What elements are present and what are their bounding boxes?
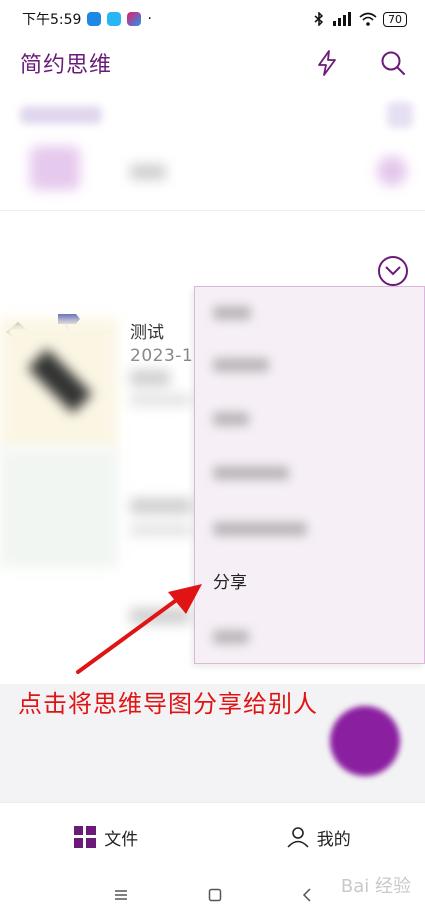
list-item[interactable] xyxy=(0,136,425,211)
menu-item-label: 分享 xyxy=(213,573,247,593)
battery-icon: 70 xyxy=(383,11,407,27)
context-menu: 分享 xyxy=(194,286,425,664)
item-time-placeholder xyxy=(130,524,192,536)
menu-item-share[interactable]: 分享 xyxy=(213,571,247,595)
breadcrumb xyxy=(0,98,425,134)
tab-files[interactable]: 文件 xyxy=(0,803,213,871)
grid-icon xyxy=(74,826,97,848)
status-bar: 下午5:59 · 70 xyxy=(0,0,425,38)
status-time: 下午5:59 xyxy=(22,12,82,28)
item-title-placeholder xyxy=(130,370,170,386)
app-notification-icon xyxy=(87,12,102,26)
search-icon xyxy=(381,51,405,75)
item-title-placeholder xyxy=(130,498,192,514)
app-title: 简约思维 xyxy=(20,53,113,78)
item-time-placeholder xyxy=(130,394,192,406)
bottom-nav: 文件 我的 xyxy=(0,802,425,871)
annotation-text: 点击将思维导图分享给别人 xyxy=(18,690,318,718)
tab-files-label: 文件 xyxy=(104,829,139,850)
tab-me[interactable]: 我的 xyxy=(213,803,425,871)
chevron-down-icon xyxy=(385,266,401,276)
app-actions xyxy=(313,49,407,77)
status-right: 70 xyxy=(313,11,407,27)
chevron-down-icon[interactable] xyxy=(377,156,407,186)
status-dot: · xyxy=(147,11,152,27)
menu-item-blurred[interactable] xyxy=(213,407,249,431)
wifi-icon xyxy=(359,12,377,26)
app-notification-icon xyxy=(107,12,122,26)
back-icon[interactable] xyxy=(302,888,312,902)
app-bar: 简约思维 xyxy=(0,38,425,88)
signal-icon xyxy=(333,12,351,26)
sort-button[interactable] xyxy=(387,102,413,128)
quick-action-button[interactable] xyxy=(313,49,341,77)
menu-item-blurred[interactable] xyxy=(213,353,269,377)
app-notification-icon xyxy=(127,12,142,26)
bluetooth-icon xyxy=(314,12,324,26)
item-title-placeholder xyxy=(130,164,166,180)
breadcrumb-home[interactable] xyxy=(20,106,102,124)
menu-item-blurred[interactable] xyxy=(213,461,289,485)
menu-icon[interactable] xyxy=(114,889,128,901)
annotation-arrow xyxy=(76,584,202,674)
menu-item-blurred[interactable] xyxy=(213,517,307,541)
folder-icon xyxy=(30,146,80,190)
tab-me-label: 我的 xyxy=(316,829,351,850)
user-icon xyxy=(287,827,309,848)
menu-item-blurred[interactable] xyxy=(213,301,251,325)
home-icon[interactable] xyxy=(208,888,222,902)
thumbnail xyxy=(0,448,118,568)
menu-item-blurred[interactable] xyxy=(213,625,249,649)
lightning-icon xyxy=(318,50,336,76)
status-left: 下午5:59 · xyxy=(22,9,152,29)
item-more-button[interactable] xyxy=(378,256,408,286)
add-button[interactable] xyxy=(330,706,400,776)
search-button[interactable] xyxy=(379,49,407,77)
watermark: Bai 经验 xyxy=(340,876,411,897)
